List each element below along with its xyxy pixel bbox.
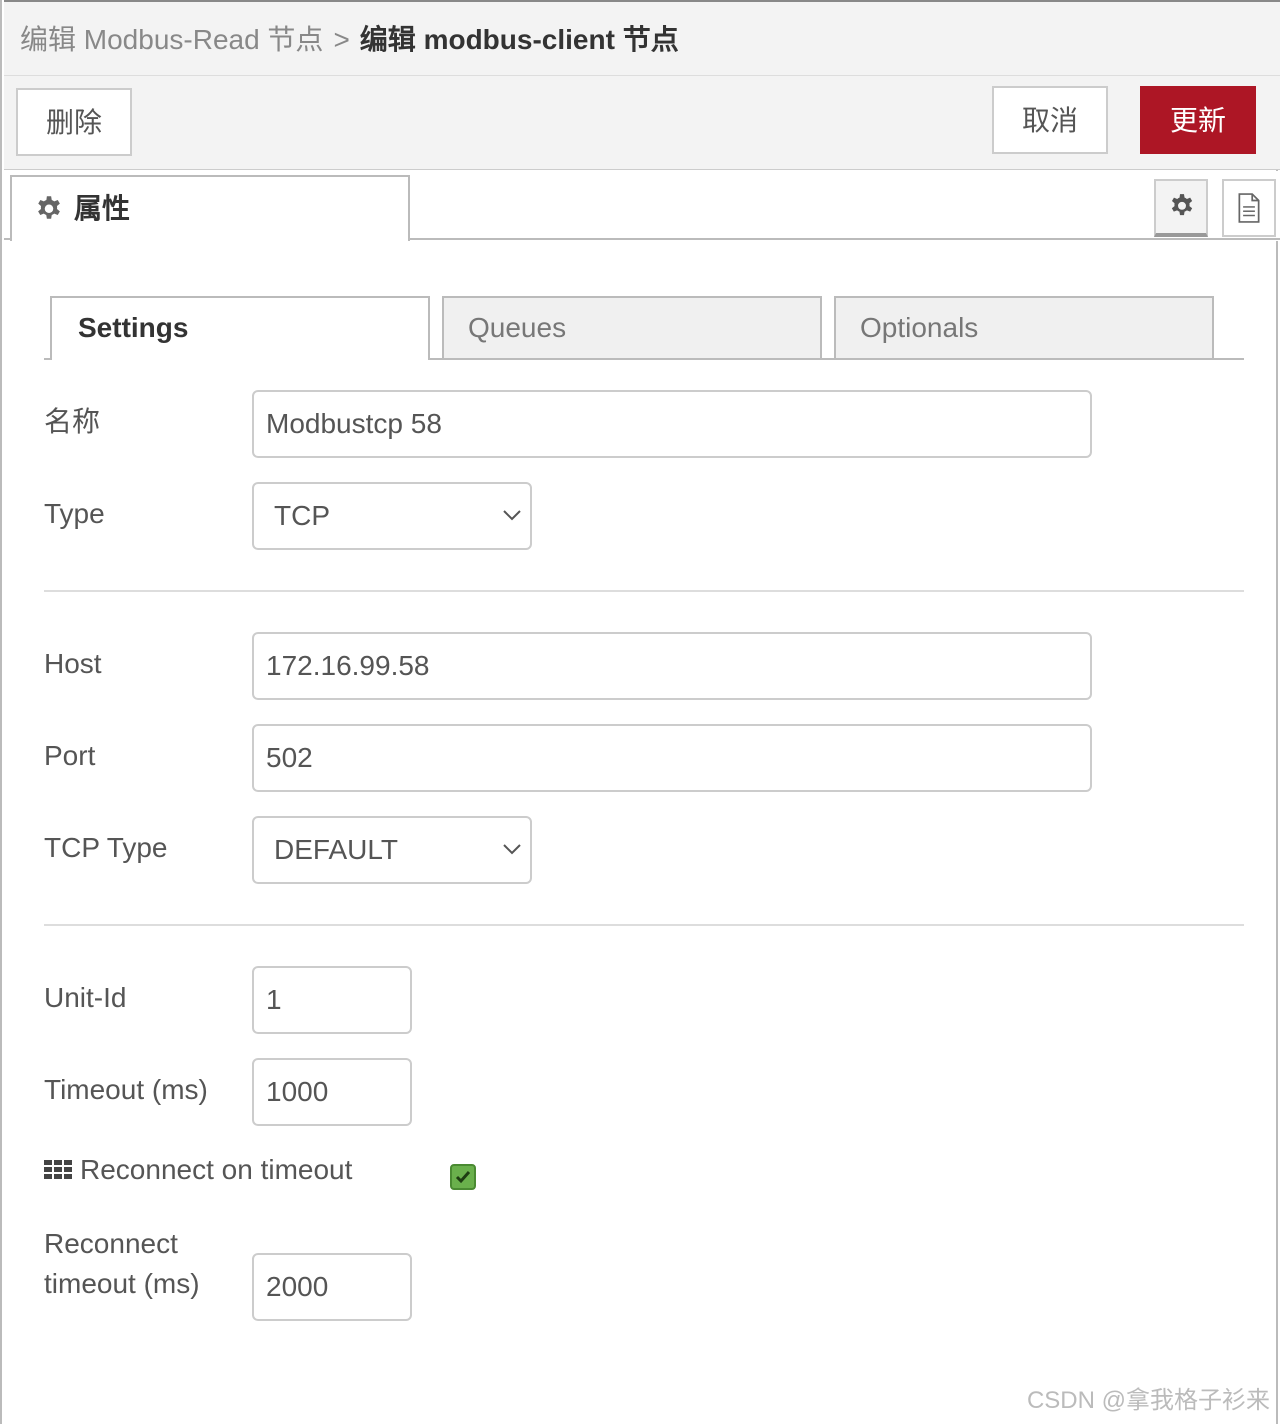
host-label: Host [44,648,102,679]
section-divider [44,924,1244,926]
settings-tab-button[interactable] [1154,179,1208,237]
document-icon [1238,193,1260,223]
title-bar: 编辑 Modbus-Read 节点 > 编辑 modbus-client 节点 [4,0,1280,76]
chevron-down-icon [503,844,521,855]
tab-queues[interactable]: Queues [442,296,822,360]
cancel-button[interactable]: 取消 [992,86,1108,154]
delete-button[interactable]: 删除 [16,88,132,156]
tab-properties[interactable]: 属性 [10,175,410,241]
reconnect-on-timeout-label: Reconnect on timeout [80,1154,353,1185]
unit-id-label: Unit-Id [44,982,127,1013]
name-label: 名称 [44,406,101,437]
grid-icon [44,1160,72,1179]
reconnect-timeout-input[interactable]: 2000 [252,1253,412,1321]
tab-optionals[interactable]: Optionals [834,296,1214,360]
section-divider [44,590,1244,592]
breadcrumb-current: 编辑 modbus-client 节点 [359,24,679,55]
port-label: Port [44,740,96,771]
type-label: Type [44,498,105,529]
reconnect-timeout-label-line2: timeout (ms) [44,1268,200,1299]
description-tab-button[interactable] [1222,179,1276,237]
tcp-type-select-value: DEFAULT [274,834,398,865]
tab-settings[interactable]: Settings [50,296,430,360]
tcp-type-label: TCP Type [44,832,168,863]
reconnect-on-timeout-checkbox[interactable] [450,1164,476,1190]
unit-id-input[interactable]: 1 [252,966,412,1034]
chevron-down-icon [503,510,521,521]
breadcrumb: 编辑 Modbus-Read 节点 > 编辑 modbus-client 节点 [20,22,679,58]
breadcrumb-separator: > [333,24,350,55]
tab-properties-label: 属性 [74,193,131,224]
config-tabs: Settings Queues Optionals [44,296,1244,360]
breadcrumb-parent[interactable]: 编辑 Modbus-Read 节点 [20,24,323,55]
properties-tab-strip: 属性 [4,171,1280,241]
name-input[interactable]: Modbustcp 58 [252,390,1092,458]
port-input[interactable]: 502 [252,724,1092,792]
tcp-type-select[interactable]: DEFAULT [252,816,532,884]
type-select-value: TCP [274,500,330,531]
gear-icon [38,196,60,219]
update-button[interactable]: 更新 [1140,86,1256,154]
watermark: CSDN @拿我格子衫来 [1026,1387,1270,1414]
editor-panel: 编辑 Modbus-Read 节点 > 编辑 modbus-client 节点 删除… [0,0,1280,1424]
timeout-label: Timeout (ms) [44,1074,208,1105]
toolbar: 删除 取消 更新 [4,76,1280,170]
gear-icon [1171,194,1193,216]
timeout-input[interactable]: 1000 [252,1058,412,1126]
type-select[interactable]: TCP [252,482,532,550]
host-input[interactable]: 172.16.99.58 [252,632,1092,700]
reconnect-timeout-label-line1: Reconnect [44,1228,178,1259]
checkmark-icon [455,1171,471,1184]
